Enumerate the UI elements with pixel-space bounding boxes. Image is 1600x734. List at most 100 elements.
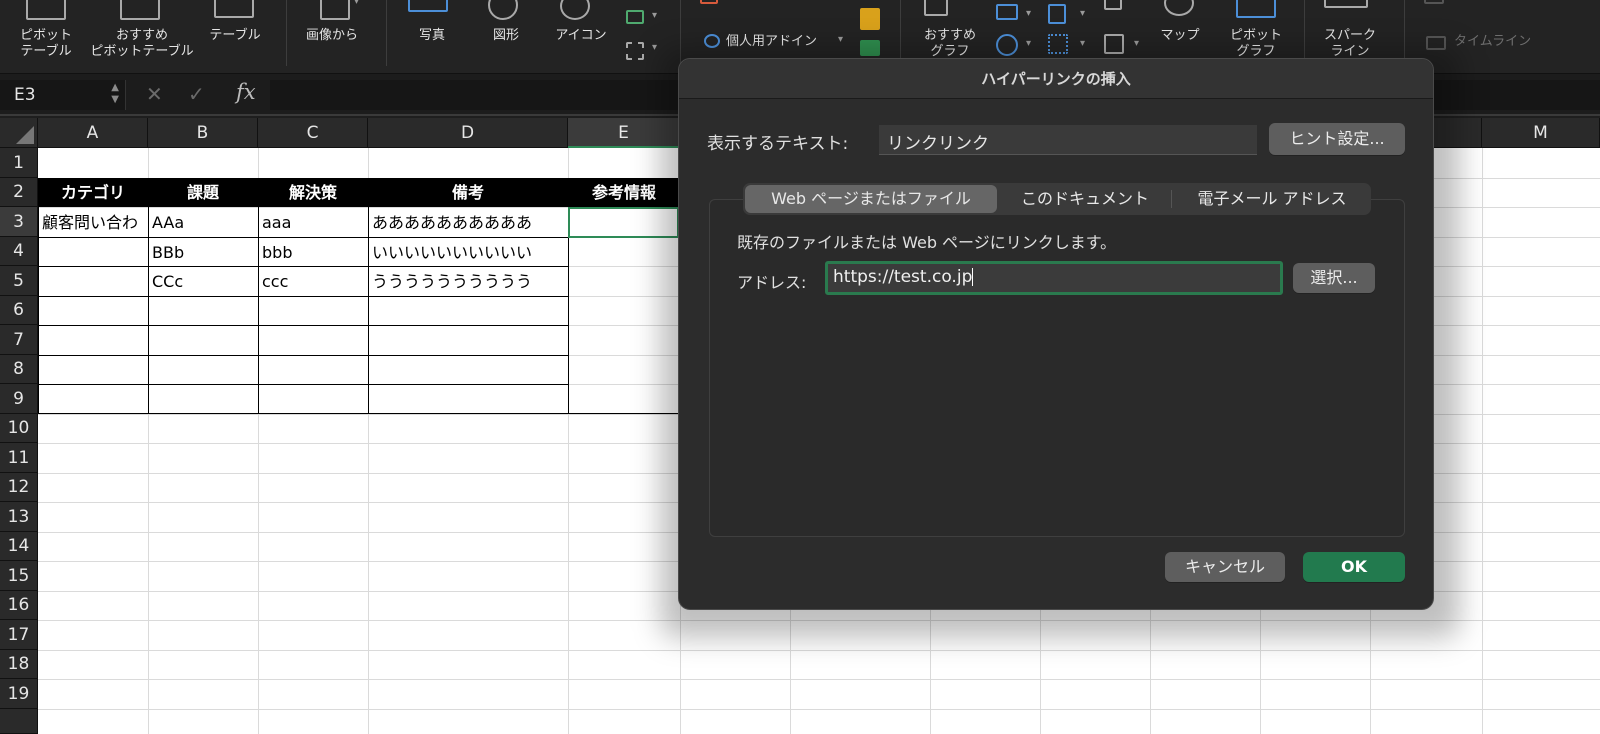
select-button[interactable]: 選択...: [1293, 263, 1375, 293]
row-header-4[interactable]: 4: [0, 237, 38, 266]
pivot-chart-icon: [1236, 0, 1276, 18]
address-input[interactable]: https://test.co.jp: [825, 261, 1283, 295]
chevron-down-icon: ▾: [1080, 8, 1086, 19]
table-border: [38, 325, 568, 326]
map-button[interactable]: マップ: [1150, 28, 1210, 44]
row-header-5[interactable]: 5: [0, 266, 38, 296]
column-header-d[interactable]: D: [368, 118, 568, 148]
column-chart-icon: [1048, 4, 1066, 24]
table-header-issue[interactable]: 課題: [148, 178, 258, 207]
row-header-17[interactable]: 17: [0, 620, 38, 650]
select-all-button[interactable]: [0, 118, 38, 148]
table-border: [568, 207, 569, 414]
recommended-pivot-button[interactable]: おすすめ ピボットテーブル: [82, 28, 202, 60]
separator: [286, 0, 287, 66]
table-header-category[interactable]: カテゴリ: [38, 178, 148, 207]
row-header-11[interactable]: 11: [0, 443, 38, 473]
display-text-input[interactable]: リンクリンク: [879, 125, 1257, 155]
address-value: https://test.co.jp: [833, 267, 973, 287]
cell-a4[interactable]: [38, 238, 148, 267]
chevron-down-icon: ▾: [838, 34, 844, 45]
icons-button[interactable]: アイコン: [546, 28, 616, 44]
slicer-icon: [1424, 0, 1444, 4]
table-border: [38, 296, 568, 297]
name-box[interactable]: E3 ▲ ▼: [0, 80, 126, 110]
row-header-10[interactable]: 10: [0, 414, 38, 443]
chevron-down-icon: ▾: [1026, 8, 1032, 19]
column-header-c[interactable]: C: [258, 118, 368, 148]
cell-d5[interactable]: うううううううううう: [368, 267, 568, 296]
function-icon[interactable]: fx: [236, 80, 256, 104]
insert-hyperlink-dialog: ハイパーリンクの挿入 表示するテキスト: リンクリンク ヒント設定... Web…: [678, 58, 1434, 610]
dialog-title: ハイパーリンクの挿入: [679, 59, 1433, 99]
grid-line: [1482, 148, 1483, 734]
tab-this-document[interactable]: このドキュメント: [1001, 185, 1169, 213]
cell-c4[interactable]: bbb: [258, 238, 368, 267]
table-header-notes[interactable]: 備考: [368, 178, 568, 207]
address-label: アドレス:: [737, 273, 807, 292]
cancel-button[interactable]: キャンセル: [1165, 552, 1285, 582]
row-header-7[interactable]: 7: [0, 325, 38, 355]
cell-d4[interactable]: いいいいいいいいいい: [368, 238, 568, 267]
cell-a3[interactable]: 顧客問い合わ: [38, 208, 148, 237]
sparkline-icon: [1324, 0, 1368, 8]
row-header-9[interactable]: 9: [0, 384, 38, 414]
line-chart-icon: [996, 4, 1018, 20]
photo-icon: [408, 0, 448, 12]
cell-b3[interactable]: AAa: [148, 208, 258, 237]
row-header-16[interactable]: 16: [0, 591, 38, 620]
tab-email-address[interactable]: 電子メール アドレス: [1175, 185, 1369, 213]
pivot-table-button[interactable]: ピボット テーブル: [10, 28, 82, 60]
addin-icon: [704, 34, 720, 48]
row-header-14[interactable]: 14: [0, 532, 38, 561]
name-box-value: E3: [14, 85, 36, 105]
row-header-3[interactable]: 3: [0, 207, 38, 237]
row-header-2[interactable]: 2: [0, 178, 38, 207]
stepper-icon[interactable]: ▲ ▼: [111, 82, 119, 106]
cancel-icon[interactable]: ✕: [146, 82, 163, 106]
text-caret: [972, 268, 974, 286]
column-header-b[interactable]: B: [148, 118, 258, 148]
ok-button[interactable]: OK: [1303, 552, 1405, 582]
store-icon: [700, 0, 718, 4]
select-all-icon: [16, 126, 34, 144]
hint-settings-button[interactable]: ヒント設定...: [1269, 123, 1405, 155]
link-description: 既存のファイルまたは Web ページにリンクします。: [737, 233, 1117, 252]
cell-b4[interactable]: BBb: [148, 238, 258, 267]
timeline-button[interactable]: タイムライン: [1454, 34, 1564, 50]
table-border: [38, 384, 568, 385]
shapes-button[interactable]: 図形: [478, 28, 534, 44]
row-header-19[interactable]: 19: [0, 679, 38, 709]
map-icon: [1164, 0, 1194, 16]
table-border: [38, 355, 568, 356]
row-header-15[interactable]: 15: [0, 561, 38, 591]
chevron-down-icon: ▾: [354, 0, 360, 7]
cell-d3[interactable]: ああああああああああ: [368, 208, 568, 237]
cell-b5[interactable]: CCc: [148, 267, 258, 296]
table-button[interactable]: テーブル: [200, 28, 270, 44]
table-icon: [214, 0, 254, 18]
screenshot-icon: [626, 10, 644, 24]
cell-c3[interactable]: aaa: [258, 208, 368, 237]
row-header-12[interactable]: 12: [0, 473, 38, 502]
photo-button[interactable]: 写真: [404, 28, 460, 44]
column-header-m[interactable]: M: [1482, 118, 1600, 148]
pivot-table-icon: [26, 0, 66, 20]
row-header-6[interactable]: 6: [0, 296, 38, 325]
row-header-18[interactable]: 18: [0, 650, 38, 679]
table-border: [38, 413, 678, 414]
column-header-a[interactable]: A: [38, 118, 148, 148]
cell-c5[interactable]: ccc: [258, 267, 368, 296]
confirm-icon[interactable]: ✓: [188, 82, 205, 106]
row-header-20[interactable]: [0, 709, 38, 734]
icons-icon: [560, 0, 590, 20]
picture-from-button[interactable]: 画像から: [296, 28, 368, 44]
recommended-charts-icon: [924, 0, 948, 16]
tab-web-page-or-file[interactable]: Web ページまたはファイル: [745, 185, 997, 213]
grid-line: [38, 650, 1600, 651]
table-header-solution[interactable]: 解決策: [258, 178, 368, 207]
cell-a5[interactable]: [38, 267, 148, 296]
row-header-13[interactable]: 13: [0, 502, 38, 532]
row-header-8[interactable]: 8: [0, 355, 38, 384]
row-header-1[interactable]: 1: [0, 148, 38, 178]
